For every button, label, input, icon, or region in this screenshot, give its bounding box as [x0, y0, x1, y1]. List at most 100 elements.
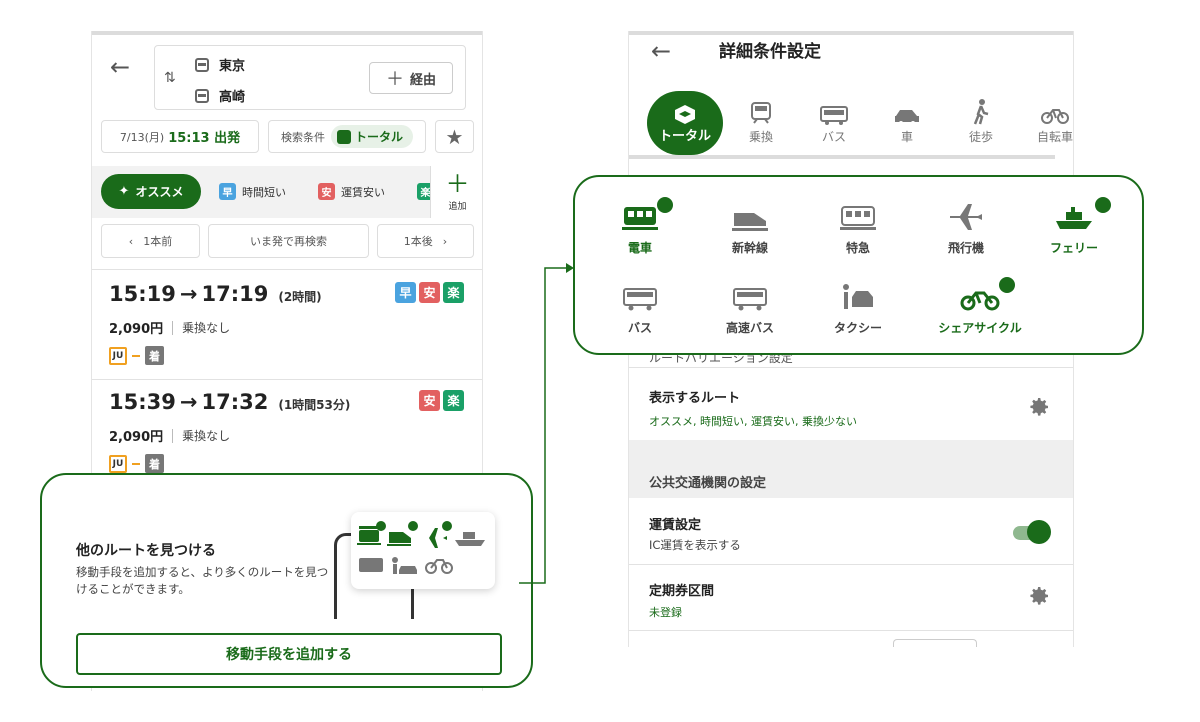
tab-underline — [629, 155, 1055, 159]
check-icon — [408, 521, 418, 531]
route-tags: 早 安 楽 — [395, 282, 464, 303]
airplane-icon — [419, 528, 447, 548]
car-icon — [895, 110, 919, 125]
arrive-time: 17:32 — [201, 390, 269, 414]
public-transport-section: 公共交通機関の設定 — [629, 440, 1073, 498]
ferry-icon — [1056, 207, 1092, 229]
display-routes-label: 表示するルート — [649, 391, 741, 406]
add-filter-label: 追加 — [448, 202, 467, 212]
find-more-routes-sheet: 他のルートを見つける 移動手段を追加すると、より多くのルートを見つけることができ… — [40, 473, 533, 688]
commuter-pass-row[interactable]: 定期券区間 未登録 — [629, 564, 1073, 630]
partial-button[interactable] — [893, 639, 977, 647]
bus-icon — [820, 106, 848, 125]
divider — [172, 320, 174, 335]
transport-label: タクシー — [833, 321, 882, 335]
route-fare: 2,090円 — [109, 322, 164, 337]
filter-recommended[interactable]: ✦ オススメ — [101, 174, 201, 209]
fast-tag: 早 — [219, 183, 236, 200]
transport-shinkansen[interactable]: 新幹線 — [695, 201, 805, 256]
transport-share-cycle[interactable]: シェアサイクル — [911, 277, 1049, 336]
station-icon — [195, 88, 209, 103]
route-times: 15:19 → 17:19 (2時間) — [109, 282, 322, 306]
route-duration: (2時間) — [278, 290, 322, 304]
route-card[interactable]: 15:19 → 17:19 (2時間) 早 安 楽 2,090円 乗換なし JU… — [92, 269, 482, 379]
shinkansen-icon — [732, 213, 768, 231]
gear-icon[interactable] — [1027, 395, 1051, 419]
gear-icon[interactable] — [1027, 584, 1051, 608]
divider — [172, 428, 174, 443]
transport-ferry[interactable]: フェリー — [1019, 197, 1129, 256]
transport-highway-bus[interactable]: 高速バス — [695, 281, 805, 336]
ferry-icon — [455, 532, 485, 546]
transport-taxi[interactable]: タクシー — [803, 281, 913, 336]
next-train-button[interactable]: 1本後 › — [377, 224, 474, 258]
fare-row: 2,090円 乗換なし — [109, 318, 230, 337]
bus-icon — [623, 288, 657, 311]
line-row: JU 着 — [109, 346, 164, 365]
total-cube-icon — [675, 104, 695, 124]
taxi-icon — [843, 284, 873, 309]
share-cycle-icon — [960, 291, 1000, 311]
transport-label: フェリー — [1049, 241, 1098, 255]
search-condition-value: トータル — [354, 130, 403, 144]
arrive-badge: 着 — [145, 454, 164, 473]
filter-cheap[interactable]: 安 運賃安い — [318, 183, 385, 200]
departure-time-button[interactable]: 7/13(月) 15:13 出発 — [101, 120, 259, 153]
fast-tag: 早 — [395, 282, 416, 303]
tab-walk[interactable]: 徒歩 — [951, 99, 1011, 145]
cheap-tag: 安 — [318, 183, 335, 200]
arrow-icon: → — [179, 390, 198, 414]
to-station: 高崎 — [219, 90, 246, 105]
from-station-row[interactable]: 東京 — [195, 55, 245, 74]
status-bar — [629, 31, 1073, 35]
plus-icon: ＋ — [385, 69, 404, 90]
filter-fast[interactable]: 早 時間短い — [219, 183, 286, 200]
via-label: 経由 — [409, 72, 436, 88]
transport-popup-illustration — [351, 512, 495, 589]
fare-row: 2,090円 乗換なし — [109, 426, 230, 445]
check-icon — [442, 521, 452, 531]
station-icon — [195, 57, 209, 72]
tab-label: 乗換 — [748, 130, 773, 144]
fare-setting-label: 運賃設定 — [649, 518, 702, 533]
check-icon — [999, 277, 1015, 293]
fare-setting-row[interactable]: 運賃設定 IC運賃を表示する — [629, 498, 1073, 564]
back-arrow-icon[interactable]: ← — [110, 55, 130, 79]
commuter-pass-label: 定期券区間 — [649, 584, 715, 599]
shinkansen-icon — [387, 532, 411, 546]
tab-label: トータル — [658, 128, 711, 144]
sheet-title: 他のルートを見つける — [76, 543, 216, 559]
tab-bus[interactable]: バス — [804, 99, 864, 145]
back-arrow-icon[interactable]: ← — [651, 39, 671, 63]
tab-total[interactable]: トータル — [647, 91, 723, 155]
depart-time: 15:39 — [109, 390, 176, 414]
transport-airplane[interactable]: 飛行機 — [911, 201, 1021, 256]
research-now-button[interactable]: いま発で再検索 — [208, 224, 369, 258]
transport-bus[interactable]: バス — [585, 281, 695, 336]
transport-express[interactable]: 特急 — [803, 201, 913, 256]
ic-fare-toggle[interactable] — [1011, 520, 1051, 544]
tab-bicycle[interactable]: 自転車 — [1025, 99, 1073, 145]
status-bar — [92, 31, 482, 35]
departure-date: 7/13(月) — [119, 130, 165, 144]
favorite-button[interactable]: ★ — [435, 120, 474, 153]
depart-time: 15:19 — [109, 282, 176, 306]
sparkle-icon: ✦ — [118, 184, 130, 199]
add-filter-button[interactable]: ＋ 追加 — [430, 166, 482, 218]
prev-train-button[interactable]: ‹ 1本前 — [101, 224, 200, 258]
add-transport-button[interactable]: 移動手段を追加する — [76, 633, 502, 675]
easy-tag: 楽 — [443, 282, 464, 303]
route-transfers: 乗換なし — [182, 321, 231, 335]
add-via-button[interactable]: ＋ 経由 — [369, 62, 453, 94]
transport-train[interactable]: 電車 — [585, 197, 695, 256]
filter-fast-label: 時間短い — [242, 185, 286, 199]
chevron-right-icon: › — [442, 234, 448, 248]
transport-icons-illustration — [357, 521, 485, 574]
route-fare: 2,090円 — [109, 430, 164, 445]
swap-stations-icon[interactable]: ⇅ — [164, 70, 176, 86]
tab-car[interactable]: 車 — [877, 99, 937, 145]
to-station-row[interactable]: 高崎 — [195, 86, 245, 105]
tab-transfer[interactable]: 乗換 — [731, 99, 791, 145]
display-routes-row[interactable]: 表示するルート オススメ, 時間短い, 運賃安い, 乗換少ない — [629, 367, 1073, 439]
search-condition-button[interactable]: 検索条件 トータル — [268, 120, 426, 153]
